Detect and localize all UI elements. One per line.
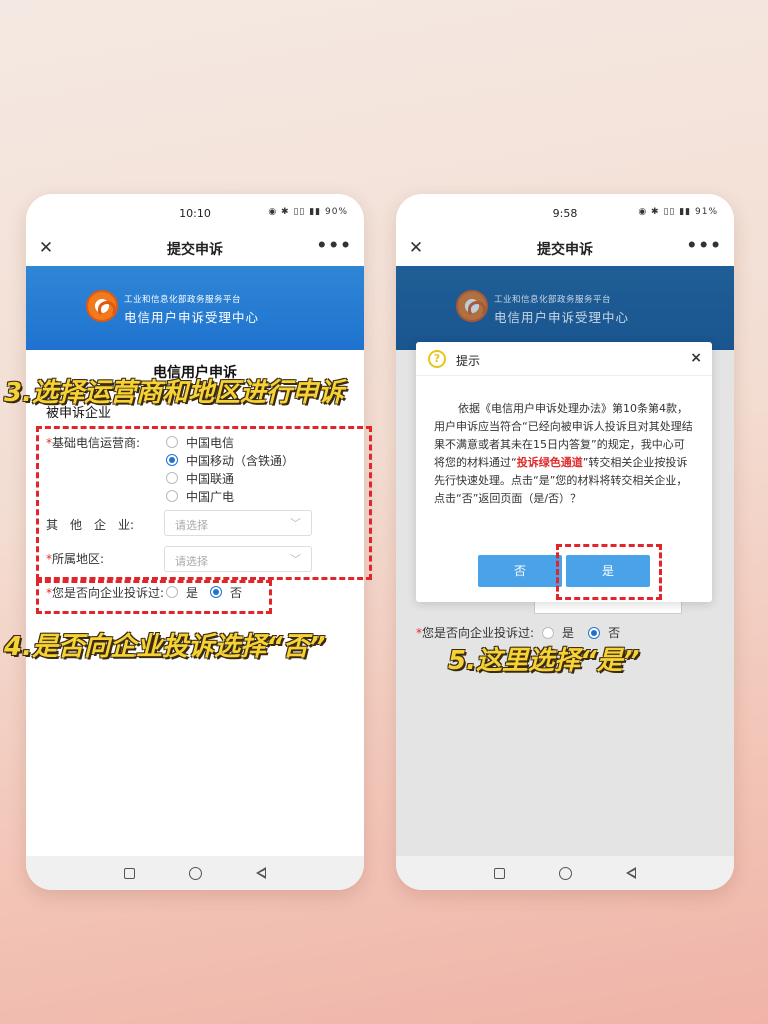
step3-annotation: 3.选择运营商和地区进行申诉 [4, 378, 344, 408]
status-time: 9:58 [552, 207, 578, 220]
dialog-title: 提示 [456, 354, 481, 368]
status-time: 10:10 [179, 207, 211, 220]
radio-icon[interactable] [542, 626, 555, 639]
status-icons: ◉ ✱ ▯▯ ▮▮ 90% [268, 207, 348, 217]
dialog-message: 依据《电信用户申诉处理办法》第10条第4款，用户申诉应当符合“已经向被申诉人投诉… [434, 402, 693, 505]
header-banner: 工业和信息化部政务服务平台 电信用户申诉受理中心 [26, 266, 364, 350]
android-nav-bar [396, 856, 734, 890]
dialog-close-icon[interactable]: × [690, 350, 702, 366]
complained-highlight-box [36, 580, 272, 614]
home-icon[interactable] [559, 866, 572, 880]
page-title: 提交申诉 [537, 242, 593, 258]
status-bar: 9:58 ◉ ✱ ▯▯ ▮▮ 91% [396, 194, 734, 232]
banner-title: 电信用户申诉受理中心 [494, 310, 630, 325]
telecom-logo-icon [456, 290, 488, 322]
green-channel-highlight: 投诉绿色通道 [516, 456, 583, 469]
complained-row: * 您是否向企业投诉过: 是 否 [416, 625, 621, 641]
telecom-logo-icon [86, 290, 118, 322]
question-icon: ? [428, 350, 446, 368]
radio-checked-icon[interactable] [588, 626, 601, 639]
step5-annotation: 5.这里选择“是” [448, 646, 640, 676]
header-banner: 工业和信息化部政务服务平台 电信用户申诉受理中心 [396, 266, 734, 350]
page-title: 提交申诉 [167, 242, 223, 258]
back-icon[interactable] [626, 867, 636, 879]
yes-button-highlight-box [556, 544, 662, 600]
banner-title: 电信用户申诉受理中心 [124, 310, 260, 325]
status-bar: 10:10 ◉ ✱ ▯▯ ▮▮ 90% [26, 194, 364, 232]
carrier-region-highlight-box [36, 426, 372, 580]
title-bar: ✕ 提交申诉 ••• [396, 232, 734, 266]
title-bar: ✕ 提交申诉 ••• [26, 232, 364, 266]
more-options-icon[interactable]: ••• [686, 236, 722, 256]
dialog-header: ? 提示 × [416, 342, 712, 376]
no-button[interactable]: 否 [478, 555, 562, 587]
android-nav-bar [26, 856, 364, 890]
right-phone-screen: 9:58 ◉ ✱ ▯▯ ▮▮ 91% ✕ 提交申诉 ••• 工业和信息化部政务服… [396, 194, 734, 890]
back-icon[interactable] [256, 867, 266, 879]
banner-subtitle: 工业和信息化部政务服务平台 [124, 295, 242, 305]
status-icons: ◉ ✱ ▯▯ ▮▮ 91% [638, 207, 718, 217]
banner-subtitle: 工业和信息化部政务服务平台 [494, 295, 612, 305]
step4-annotation: 4.是否向企业投诉选择“否” [4, 632, 326, 662]
recent-apps-icon[interactable] [124, 867, 135, 879]
home-icon[interactable] [189, 866, 202, 880]
close-icon[interactable]: ✕ [36, 238, 56, 258]
close-icon[interactable]: ✕ [406, 238, 426, 258]
recent-apps-icon[interactable] [494, 867, 505, 879]
more-options-icon[interactable]: ••• [316, 236, 352, 256]
